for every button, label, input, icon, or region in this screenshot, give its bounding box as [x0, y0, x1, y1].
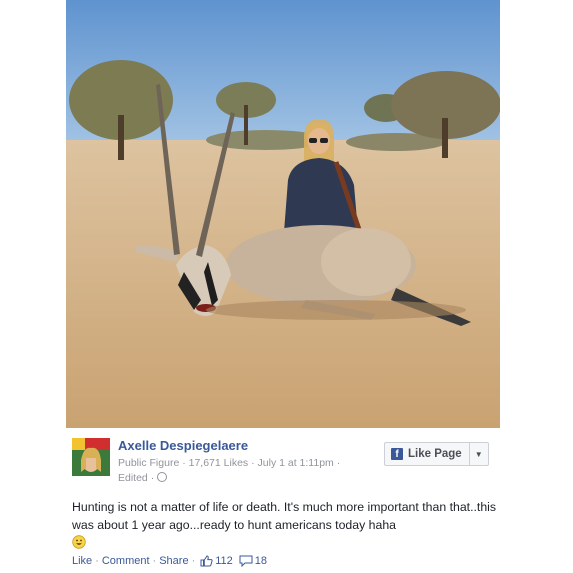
- comment-count[interactable]: 18: [255, 555, 267, 567]
- avatar[interactable]: [72, 438, 110, 476]
- page-category: Public Figure: [118, 457, 180, 469]
- hunting-photo: [66, 0, 500, 428]
- page-likes[interactable]: 17,671 Likes: [189, 457, 249, 469]
- profile-picture: [72, 438, 110, 476]
- page-name[interactable]: Axelle Despiegelaere: [118, 438, 248, 453]
- post-photo[interactable]: [66, 0, 500, 428]
- like-page-label: Like Page: [408, 448, 462, 460]
- globe-icon: [157, 472, 168, 482]
- post-actions: Like · Comment · Share · 112 18: [72, 555, 267, 567]
- separator: ·: [152, 555, 157, 567]
- thumbs-up-icon[interactable]: [200, 555, 213, 567]
- like-count[interactable]: 112: [215, 555, 233, 567]
- comment-bubble-icon[interactable]: [239, 555, 253, 567]
- share-link[interactable]: Share: [159, 555, 188, 567]
- post-timestamp[interactable]: July 1 at 1:11pm: [258, 457, 334, 469]
- post-text: Hunting is not a matter of life or death…: [72, 500, 497, 532]
- separator: ·: [95, 555, 99, 567]
- like-page-main[interactable]: f Like Page: [385, 443, 469, 465]
- post-meta: Public Figure · 17,671 Likes · July 1 at…: [118, 457, 341, 484]
- smile-emoji-icon: [72, 535, 86, 549]
- comment-link[interactable]: Comment: [102, 555, 150, 567]
- facebook-f-icon: f: [391, 448, 403, 460]
- like-link[interactable]: Like: [72, 555, 92, 567]
- separator: ·: [191, 555, 196, 567]
- edited-label[interactable]: Edited: [118, 472, 148, 484]
- post-card: Axelle Despiegelaere Public Figure · 17,…: [66, 434, 500, 573]
- chevron-down-icon[interactable]: ▼: [468, 443, 488, 465]
- like-page-button[interactable]: f Like Page ▼: [384, 442, 489, 466]
